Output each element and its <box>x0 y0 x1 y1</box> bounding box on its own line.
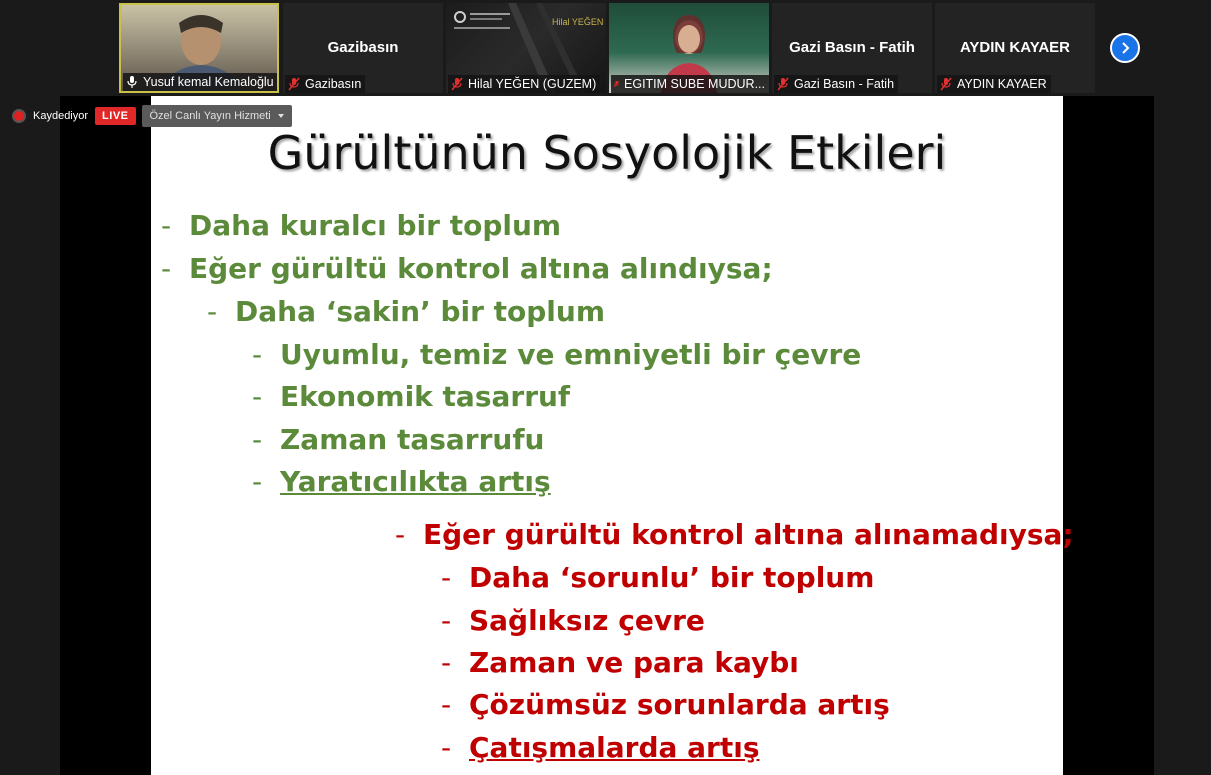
participant-name: Yusuf kemal Kemaloğlu <box>143 75 274 89</box>
chevron-right-icon <box>1122 42 1130 54</box>
participant-tile-yusuf[interactable]: Yusuf kemal Kemaloğlu <box>119 3 279 93</box>
slide-bullet: - Zaman ve para kaybı <box>441 646 799 679</box>
participant-tile-aydin-kayaer[interactable]: AYDIN KAYAER AYDIN KAYAER <box>935 3 1095 93</box>
participant-label: Hilal YEĞEN (GUZEM) <box>448 75 601 93</box>
live-badge[interactable]: LIVE <box>95 107 136 125</box>
participant-label: Gazi Basın - Fatih <box>774 75 899 93</box>
participant-tile-gazi-basin-fatih[interactable]: Gazi Basın - Fatih Gazi Basın - Fatih <box>772 3 932 93</box>
participant-strip: Yusuf kemal Kemaloğlu Gazibasın Gazibası… <box>0 0 1211 96</box>
participant-center-name: Gazi Basın - Fatih <box>789 39 915 56</box>
participant-name: EGITIM SUBE MUDUR... <box>624 77 765 91</box>
slide-title: Gürültünün Sosyolojik Etkileri <box>267 126 947 180</box>
participant-label: AYDIN KAYAER <box>937 75 1051 93</box>
slide-bullet: - Zaman tasarrufu <box>252 423 545 456</box>
slide-bullet: - Uyumlu, temiz ve emniyetli bir çevre <box>252 338 862 371</box>
participant-label: EGITIM SUBE MUDUR... <box>611 75 769 93</box>
slide-bullet: - Yaratıcılıkta artış <box>252 465 551 498</box>
slide-bullet: - Daha ‘sakin’ bir toplum <box>207 295 606 328</box>
participant-label: Gazibasın <box>285 75 366 93</box>
participant-name: Gazibasın <box>305 77 362 91</box>
participant-center-name: AYDIN KAYAER <box>959 39 1071 56</box>
caret-down-icon <box>277 114 284 118</box>
mic-icon <box>127 76 137 88</box>
participant-center-name: Gazibasın <box>327 39 399 56</box>
participant-label: Yusuf kemal Kemaloğlu <box>123 73 277 91</box>
mic-muted-icon <box>777 77 789 91</box>
participant-name: AYDIN KAYAER <box>957 77 1047 91</box>
record-dot-icon <box>12 109 26 123</box>
slide-bullet: - Sağlıksız çevre <box>441 604 705 637</box>
presentation-slide: Gürültünün Sosyolojik Etkileri - Daha kur… <box>151 96 1074 775</box>
slide-bullet: - Ekonomik tasarruf <box>252 380 571 413</box>
slide-bullet: - Çatışmalarda artış <box>441 731 760 764</box>
live-service-label: Özel Canlı Yayın Hizmeti <box>149 110 271 122</box>
slide-bullet: - Daha ‘sorunlu’ bir toplum <box>441 561 875 594</box>
overlay-name-text: Hilal YEĞEN <box>552 17 604 27</box>
participant-tile-egitim[interactable]: EGITIM SUBE MUDUR... <box>609 3 769 93</box>
participant-name: Gazi Basın - Fatih <box>794 77 895 91</box>
recording-status: Kaydediyor <box>33 110 89 122</box>
slide-bullet: - Eğer gürültü kontrol altına alındıysa; <box>161 252 773 285</box>
mic-muted-icon <box>940 77 952 91</box>
slide-bullet: - Çözümsüz sorunlarda artış <box>441 688 890 721</box>
mic-muted-icon <box>451 77 463 91</box>
mic-muted-icon <box>613 80 620 88</box>
next-participants-button[interactable] <box>1110 33 1140 63</box>
participant-name: Hilal YEĞEN (GUZEM) <box>468 77 597 91</box>
participant-tile-hilal[interactable]: Hilal YEĞEN Hilal YEĞEN (GUZEM) <box>446 3 606 93</box>
slide-bullet: - Eğer gürültü kontrol altına alınamadıys… <box>395 518 1074 551</box>
participant-tile-gazibasin[interactable]: Gazibasın Gazibasın <box>283 3 443 93</box>
mic-muted-icon <box>288 77 300 91</box>
slide-bullet: - Daha kuralcı bir toplum <box>161 209 562 242</box>
recording-bar: Kaydediyor LIVE Özel Canlı Yayın Hizmeti <box>8 104 292 128</box>
live-service-dropdown[interactable]: Özel Canlı Yayın Hizmeti <box>141 105 292 127</box>
